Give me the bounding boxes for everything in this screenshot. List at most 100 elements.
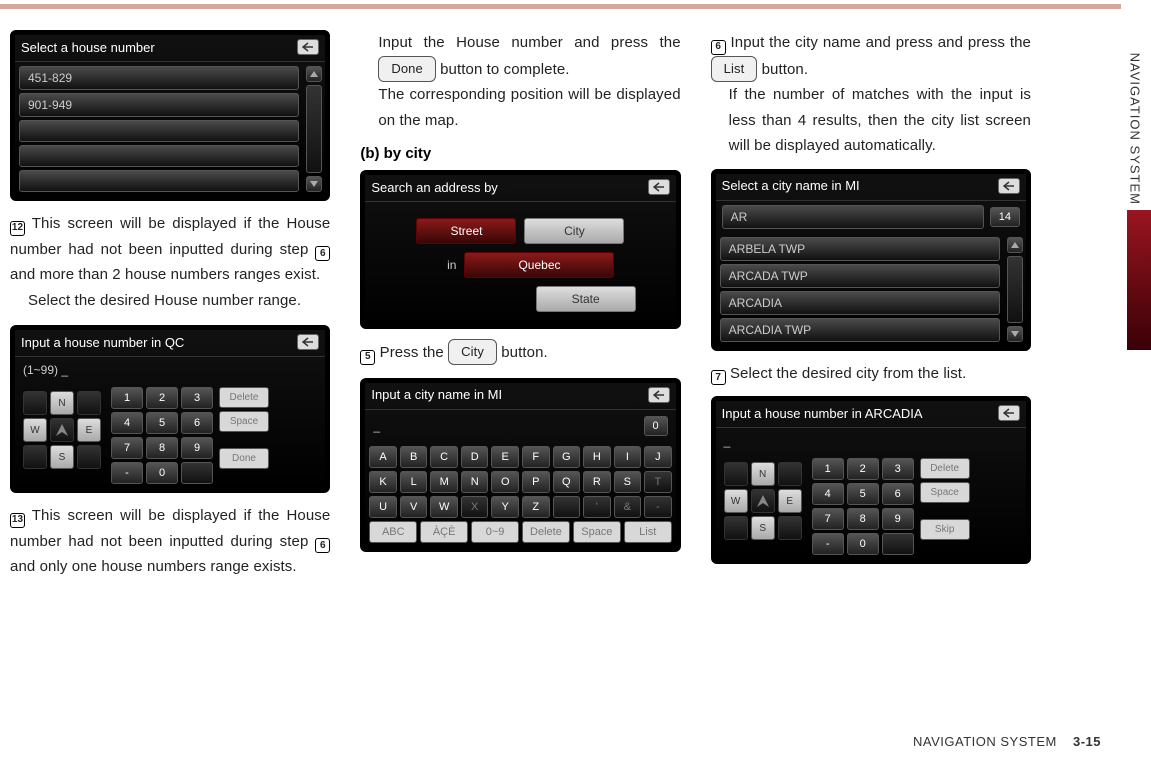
key-p[interactable]: P [522, 471, 550, 493]
state-value-button[interactable]: Quebec [464, 252, 614, 278]
key-z[interactable]: Z [522, 496, 550, 518]
key-3[interactable]: 3 [181, 387, 213, 409]
key-y[interactable]: Y [491, 496, 519, 518]
key-b[interactable]: B [400, 446, 428, 468]
mode-accent[interactable]: ÀÇÈ [420, 521, 468, 543]
city-button[interactable]: City [524, 218, 624, 244]
key-t[interactable]: T [644, 471, 672, 493]
delete-button[interactable]: Delete [920, 458, 970, 479]
back-icon[interactable] [297, 334, 319, 350]
list-item[interactable]: ARCADIA [720, 291, 1000, 315]
list-button[interactable]: List [624, 521, 672, 543]
list-item[interactable]: ARCADA TWP [720, 264, 1000, 288]
key-0[interactable]: 0 [146, 462, 178, 484]
space-button[interactable]: Space [219, 411, 269, 432]
key-r[interactable]: R [583, 471, 611, 493]
key-6[interactable]: 6 [882, 483, 914, 505]
key-7[interactable]: 7 [111, 437, 143, 459]
scroll-up-icon[interactable] [1007, 237, 1023, 253]
mode-abc[interactable]: ABC [369, 521, 417, 543]
key-5[interactable]: 5 [146, 412, 178, 434]
screenshot-search-address-by: Search an address by Street City in Queb… [360, 170, 680, 329]
key-1[interactable]: 1 [812, 458, 844, 480]
back-icon[interactable] [297, 39, 319, 55]
delete-button[interactable]: Delete [522, 521, 570, 543]
list-item[interactable] [19, 145, 299, 167]
key-3[interactable]: 3 [882, 458, 914, 480]
back-icon[interactable] [998, 178, 1020, 194]
key-d[interactable]: D [461, 446, 489, 468]
key-s[interactable]: S [614, 471, 642, 493]
compass-pad: N W E S [720, 458, 806, 544]
key-apos[interactable]: ' [583, 496, 611, 518]
list-item[interactable]: 901-949 [19, 93, 299, 117]
mode-num[interactable]: 0~9 [471, 521, 519, 543]
key-u[interactable]: U [369, 496, 397, 518]
scroll-up-icon[interactable] [306, 66, 322, 82]
key-amp[interactable]: & [614, 496, 642, 518]
key-6[interactable]: 6 [181, 412, 213, 434]
key-8[interactable]: 8 [847, 508, 879, 530]
state-button[interactable]: State [536, 286, 636, 312]
key-2[interactable]: 2 [847, 458, 879, 480]
key-dash[interactable]: - [111, 462, 143, 484]
key-k[interactable]: K [369, 471, 397, 493]
key-a[interactable]: A [369, 446, 397, 468]
scroll-track[interactable] [306, 85, 322, 173]
compass-n[interactable]: N [50, 391, 74, 415]
scroll-track[interactable] [1007, 256, 1023, 323]
key-l[interactable]: L [400, 471, 428, 493]
space-button[interactable]: Space [573, 521, 621, 543]
key-9[interactable]: 9 [882, 508, 914, 530]
back-icon[interactable] [648, 387, 670, 403]
key-8[interactable]: 8 [146, 437, 178, 459]
key-o[interactable]: O [491, 471, 519, 493]
compass-s[interactable]: S [751, 516, 775, 540]
compass-e[interactable]: E [77, 418, 101, 442]
key-4[interactable]: 4 [111, 412, 143, 434]
list-item[interactable]: 451-829 [19, 66, 299, 90]
key-f[interactable]: F [522, 446, 550, 468]
key-5[interactable]: 5 [847, 483, 879, 505]
list-item[interactable] [19, 170, 299, 192]
screenshot-input-city-mi: Input a city name in MI _ 0 A B C D E F … [360, 378, 680, 552]
key-7[interactable]: 7 [812, 508, 844, 530]
scroll-down-icon[interactable] [306, 176, 322, 192]
key-h[interactable]: H [583, 446, 611, 468]
key-i[interactable]: I [614, 446, 642, 468]
key-x[interactable]: X [461, 496, 489, 518]
key-c[interactable]: C [430, 446, 458, 468]
scroll-down-icon[interactable] [1007, 326, 1023, 342]
key-v[interactable]: V [400, 496, 428, 518]
compass-e[interactable]: E [778, 489, 802, 513]
list-item[interactable]: ARCADIA TWP [720, 318, 1000, 342]
done-button[interactable]: Done [219, 448, 269, 469]
key-g[interactable]: G [553, 446, 581, 468]
key-dash[interactable]: - [812, 533, 844, 555]
back-icon[interactable] [648, 179, 670, 195]
compass-w[interactable]: W [724, 489, 748, 513]
list-item[interactable]: ARBELA TWP [720, 237, 1000, 261]
key-4[interactable]: 4 [812, 483, 844, 505]
key-j[interactable]: J [644, 446, 672, 468]
skip-button[interactable]: Skip [920, 519, 970, 540]
key-0[interactable]: 0 [847, 533, 879, 555]
street-button[interactable]: Street [416, 218, 516, 244]
key-2[interactable]: 2 [146, 387, 178, 409]
key-e[interactable]: E [491, 446, 519, 468]
key-n[interactable]: N [461, 471, 489, 493]
key-1[interactable]: 1 [111, 387, 143, 409]
key-9[interactable]: 9 [181, 437, 213, 459]
key-w[interactable]: W [430, 496, 458, 518]
space-button[interactable]: Space [920, 482, 970, 503]
compass-w[interactable]: W [23, 418, 47, 442]
number-pad: 1 2 3 4 5 6 7 8 9 - 0 [812, 458, 914, 555]
compass-n[interactable]: N [751, 462, 775, 486]
back-icon[interactable] [998, 405, 1020, 421]
key-dash[interactable]: - [644, 496, 672, 518]
key-q[interactable]: Q [553, 471, 581, 493]
key-m[interactable]: M [430, 471, 458, 493]
compass-s[interactable]: S [50, 445, 74, 469]
list-item[interactable] [19, 120, 299, 142]
delete-button[interactable]: Delete [219, 387, 269, 408]
